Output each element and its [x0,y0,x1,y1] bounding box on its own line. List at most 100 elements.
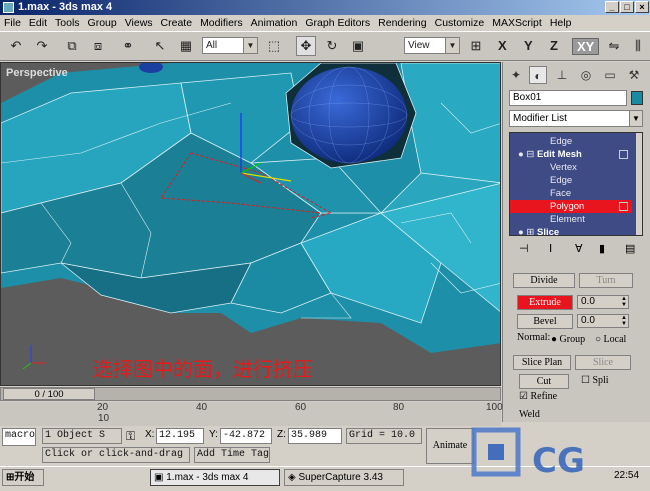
tick-label: 10 [98,413,110,424]
extrude-amount-spinner[interactable]: 0.0 ▲ ▼ [577,295,629,309]
task-supercapture[interactable]: ◈ SuperCapture 3.43 [284,469,404,486]
menu-maxscript[interactable]: MAXScript [488,15,546,31]
remove-modifier-icon[interactable]: ▮ [599,242,605,255]
menu-views[interactable]: Views [121,15,157,31]
object-name-field[interactable]: Box01 [509,90,627,106]
stack-item-slice[interactable]: ● ⊞ Slice [510,226,632,236]
slice-plane-button[interactable]: Slice Plan [513,355,571,370]
divide-button[interactable]: Divide [513,273,575,288]
stack-item-polygon[interactable]: Polygon [510,200,632,213]
stack-item-edge[interactable]: Edge [510,174,632,187]
group-radio[interactable]: ● Group [551,334,585,345]
pivot-center-icon[interactable]: ⊞ [466,36,486,56]
create-tab-icon[interactable]: ✦ [507,66,525,84]
start-button[interactable]: ⊞开始 [2,469,44,486]
task-label: SuperCapture 3.43 [298,472,383,483]
task-3dsmax[interactable]: ▣ 1.max - 3ds max 4 [150,469,280,486]
split-checkbox-label: Spli [592,375,609,386]
stack-item-label: Element [550,214,585,225]
configure-sets-icon[interactable]: ▤ [625,242,635,255]
menu-group[interactable]: Group [84,15,121,31]
bevel-amount-spinner[interactable]: 0.0 ▲ ▼ [577,314,629,328]
modifier-stack[interactable]: Edge ● ⊟ Edit Mesh Vertex Edge Face Poly… [509,132,643,236]
windows-taskbar: ⊞开始 ▣ 1.max - 3ds max 4 ◈ SuperCapture 3… [0,466,650,488]
command-panel: ✦ ◐ ⊥ ◎ ▭ ⚒ Box01 Modifier List ▼ Edge ●… [502,62,650,422]
axis-xy-button[interactable]: XY [572,38,600,55]
stack-item-vertex[interactable]: Vertex [510,161,632,174]
display-tab-icon[interactable]: ▭ [601,66,619,84]
local-radio[interactable]: ○ Local [595,334,626,345]
move-icon[interactable]: ✥ [296,36,316,56]
menu-tools[interactable]: Tools [51,15,84,31]
stack-item-face[interactable]: Face [510,187,632,200]
unlink-icon[interactable]: ⧈ [88,36,108,56]
bevel-button[interactable]: Bevel [517,314,573,329]
z-coord-field[interactable]: 35.989 [288,428,342,444]
select-by-name-icon[interactable]: ▦ [176,36,196,56]
supercapture-task-icon: ◈ [288,472,299,483]
coord-system-dropdown[interactable]: View ▼ [404,37,460,54]
select-arrow-icon[interactable]: ↖ [150,36,170,56]
split-checkbox[interactable]: ☐ Spli [581,375,609,386]
redo-icon[interactable]: ↷ [32,36,52,56]
maximize-button[interactable]: □ [620,1,634,13]
hierarchy-tab-icon[interactable]: ⊥ [553,66,571,84]
selection-filter-dropdown[interactable]: All ▼ [202,37,258,54]
show-end-result-icon[interactable]: Ⅰ [549,242,552,255]
undo-icon[interactable]: ↶ [6,36,26,56]
menu-create[interactable]: Create [157,15,197,31]
time-slider-thumb[interactable]: 0 / 100 [3,388,95,400]
menu-customize[interactable]: Customize [431,15,489,31]
stack-scrollbar[interactable] [636,133,642,235]
object-color-swatch[interactable] [631,91,643,105]
refine-checkbox[interactable]: ☑ Refine [519,391,557,402]
bind-spacewarp-icon[interactable]: ⚭ [118,36,138,56]
time-slider[interactable]: 0 / 100 [0,387,501,401]
y-coord-field[interactable]: -42.872 [220,428,272,444]
turn-button[interactable]: Turn [579,273,633,288]
axis-z-button[interactable]: Z [550,38,558,53]
close-button[interactable]: × [635,1,649,13]
make-unique-icon[interactable]: ∀ [575,242,583,255]
minimize-button[interactable]: _ [605,1,619,13]
lock-selection-icon[interactable]: ⚿ [126,429,135,444]
local-radio-label: Local [603,334,627,345]
extrude-button[interactable]: Extrude [517,295,573,310]
region-select-icon[interactable]: ⬚ [264,36,284,56]
pin-stack-icon[interactable]: ⊣ [519,242,529,255]
menu-modifiers[interactable]: Modifiers [196,15,247,31]
slice-button[interactable]: Slice [575,355,631,370]
axis-y-button[interactable]: Y [524,38,533,53]
menu-edit[interactable]: Edit [25,15,51,31]
motion-tab-icon[interactable]: ◎ [577,66,595,84]
stack-item-element[interactable]: Element [510,213,632,226]
add-time-tag-button[interactable]: Add Time Tag [194,447,270,463]
axis-x-button[interactable]: X [498,38,507,53]
x-coord-field[interactable]: 12.195 [156,428,204,444]
menu-rendering[interactable]: Rendering [374,15,430,31]
scale-icon[interactable]: ▣ [348,36,368,56]
cut-button[interactable]: Cut [519,374,569,389]
stack-item-edge[interactable]: Edge [510,135,632,148]
stack-item-label: Slice [536,227,560,236]
tick-label: 60 [295,402,307,413]
tick-label: 40 [196,402,208,413]
menu-animation[interactable]: Animation [247,15,302,31]
spinner-arrows-icon: ▲ ▼ [621,296,627,308]
mirror-icon[interactable]: ⇋ [604,36,624,56]
align-icon[interactable]: ⫼ [628,36,648,56]
menu-help[interactable]: Help [546,15,576,31]
stack-item-edit-mesh[interactable]: ● ⊟ Edit Mesh [510,148,632,161]
modifier-list-dropdown[interactable]: Modifier List ▼ [509,110,643,127]
utilities-tab-icon[interactable]: ⚒ [625,66,643,84]
perspective-viewport[interactable]: Perspective 选择图中的面，进行挤压 [0,62,501,386]
menu-graph-editors[interactable]: Graph Editors [301,15,374,31]
viewport-label[interactable]: Perspective [6,67,68,79]
menu-file[interactable]: File [0,15,25,31]
modify-tab-icon[interactable]: ◐ [529,66,547,84]
rotate-icon[interactable]: ↻ [322,36,342,56]
chevron-down-icon: ▼ [629,111,642,126]
macro-recorder-button[interactable]: macro [2,428,36,446]
track-bar[interactable]: 10 20 40 60 80 100 [0,402,503,426]
link-icon[interactable]: ⧉ [62,36,82,56]
